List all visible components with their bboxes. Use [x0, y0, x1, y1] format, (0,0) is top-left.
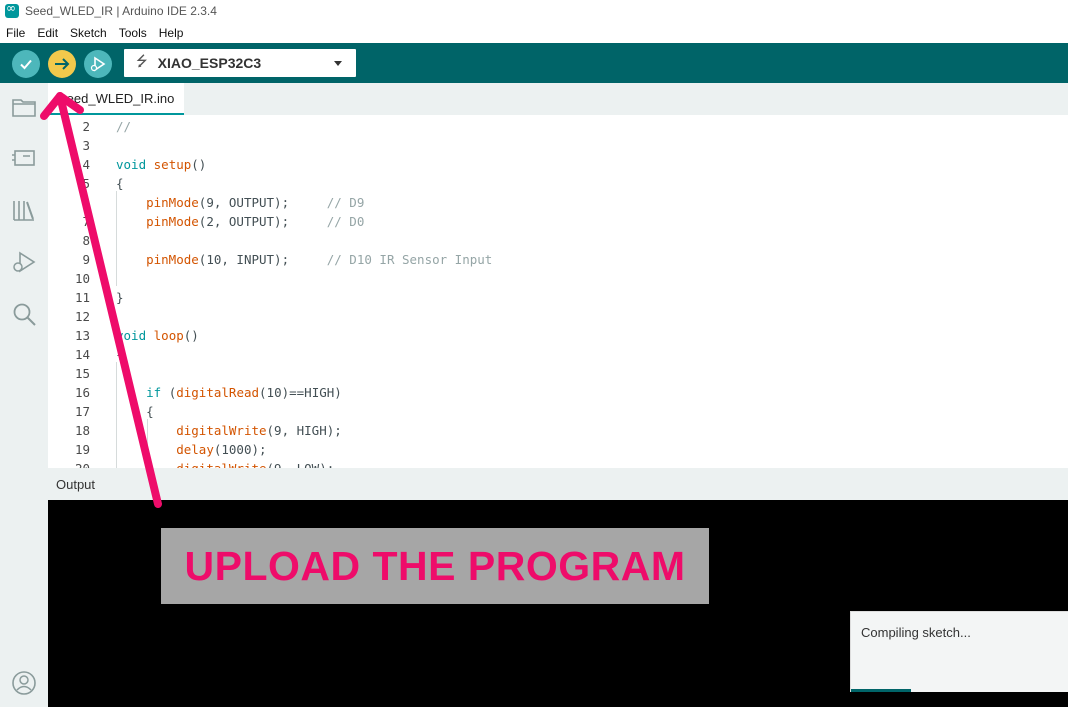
menu-edit[interactable]: Edit	[31, 26, 64, 40]
code-text: {	[116, 176, 124, 191]
menu-bar: File Edit Sketch Tools Help	[0, 22, 1068, 43]
debug-icon	[90, 56, 106, 72]
code-text: void setup()	[116, 157, 207, 172]
code-line: 10	[48, 269, 1068, 288]
code-line: 3	[48, 136, 1068, 155]
code-line: 11}	[48, 288, 1068, 307]
line-number: 3	[82, 138, 90, 153]
arrow-right-icon	[55, 58, 70, 70]
output-label: Output	[56, 477, 96, 492]
line-number: 19	[74, 442, 90, 457]
line-number: 9	[82, 252, 90, 267]
code-text: {	[116, 404, 154, 419]
board-selector[interactable]: ⭍ XIAO_ESP32C3	[124, 49, 356, 77]
title-bar: Seed_WLED_IR | Arduino IDE 2.3.4	[0, 0, 1068, 22]
line-number: 7	[82, 214, 90, 229]
code-text: if (digitalRead(10)==HIGH)	[146, 385, 342, 400]
menu-help[interactable]: Help	[153, 26, 190, 40]
code-line: 12	[48, 307, 1068, 326]
line-number: 4	[82, 157, 90, 172]
line-number: 15	[74, 366, 90, 381]
code-text: delay(1000);	[176, 442, 267, 457]
callout-text: UPLOAD THE PROGRAM	[184, 542, 686, 589]
code-line: 2 //	[48, 117, 1068, 136]
code-line: 14 {	[48, 345, 1068, 364]
menu-file[interactable]: File	[0, 26, 31, 40]
check-icon	[20, 59, 32, 70]
arduino-logo-icon	[5, 1, 19, 18]
output-header: Output	[48, 468, 1068, 500]
code-line: 13 void loop()	[48, 326, 1068, 345]
line-number: 16	[74, 385, 90, 400]
code-line: 4 void setup()	[48, 155, 1068, 174]
code-line: 5{	[48, 174, 1068, 193]
line-number: 8	[82, 233, 90, 248]
line-number: 11	[74, 290, 90, 305]
usb-icon: ⭍	[136, 54, 148, 70]
code-line: 20 digitalWrite(9, LOW);	[48, 459, 1068, 468]
chevron-down-icon	[334, 61, 342, 66]
line-number: 18	[74, 423, 90, 438]
tab-bar: Seed_WLED_IR.ino	[48, 83, 1068, 115]
code-text: digitalWrite(9, HIGH);	[176, 423, 342, 438]
upload-button[interactable]	[48, 50, 76, 78]
line-number: 17	[74, 404, 90, 419]
folder-icon[interactable]	[10, 93, 38, 121]
menu-sketch[interactable]: Sketch	[64, 26, 113, 40]
library-icon[interactable]	[10, 196, 38, 224]
debug-icon[interactable]	[10, 248, 38, 276]
code-line: 6 pinMode(9, OUTPUT); // D9	[48, 193, 1068, 212]
line-number: 12	[74, 309, 90, 324]
toolbar: ⭍ XIAO_ESP32C3	[0, 43, 1068, 83]
code-line: 15	[48, 364, 1068, 383]
code-editor[interactable]: 2//3 4 void setup() 5{6 pinMode(9, OUTPUT);…	[48, 115, 1068, 468]
code-text: pinMode(9, OUTPUT); // D9	[146, 195, 365, 210]
menu-tools[interactable]: Tools	[113, 26, 153, 40]
search-icon[interactable]	[10, 300, 38, 328]
line-number: 5	[82, 176, 90, 191]
code-text: }	[116, 290, 124, 305]
board-manager-icon[interactable]	[10, 144, 38, 172]
line-number: 20	[48, 459, 90, 468]
code-line: 16 if (digitalRead(10)==HIGH)	[48, 383, 1068, 402]
debug-button[interactable]	[84, 50, 112, 78]
code-text: {	[116, 347, 124, 362]
progress-bar	[851, 689, 911, 692]
line-number: 10	[74, 271, 90, 286]
line-number: 14	[74, 347, 90, 362]
code-text: void loop()	[116, 328, 199, 343]
code-line: 9 pinMode(10, INPUT); // D10 IR Sensor I…	[48, 250, 1068, 269]
code-line: 7 pinMode(2, OUTPUT); // D0	[48, 212, 1068, 231]
tab-label: Seed_WLED_IR.ino	[58, 91, 175, 106]
code-line: 17 {	[48, 402, 1068, 421]
line-number: 2	[82, 119, 90, 134]
verify-button[interactable]	[12, 50, 40, 78]
code-text: digitalWrite(9, LOW);	[116, 459, 334, 468]
notification-text: Compiling sketch...	[861, 625, 971, 640]
line-number: 6	[82, 195, 90, 210]
board-name: XIAO_ESP32C3	[157, 55, 262, 71]
code-line: 19 delay(1000);	[48, 440, 1068, 459]
code-text: pinMode(10, INPUT); // D10 IR Sensor Inp…	[146, 252, 493, 267]
annotation-callout: UPLOAD THE PROGRAM	[161, 528, 709, 604]
code-text: pinMode(2, OUTPUT); // D0	[146, 214, 365, 229]
sidebar	[0, 83, 48, 707]
code-line: 18 digitalWrite(9, HIGH);	[48, 421, 1068, 440]
compile-notification: Compiling sketch...	[850, 611, 1068, 692]
line-number: 13	[74, 328, 90, 343]
window-title: Seed_WLED_IR | Arduino IDE 2.3.4	[25, 4, 217, 18]
tab-sketch-file[interactable]: Seed_WLED_IR.ino	[48, 83, 184, 115]
code-line: 8	[48, 231, 1068, 250]
code-text: //	[116, 119, 132, 134]
account-icon[interactable]	[10, 669, 38, 697]
